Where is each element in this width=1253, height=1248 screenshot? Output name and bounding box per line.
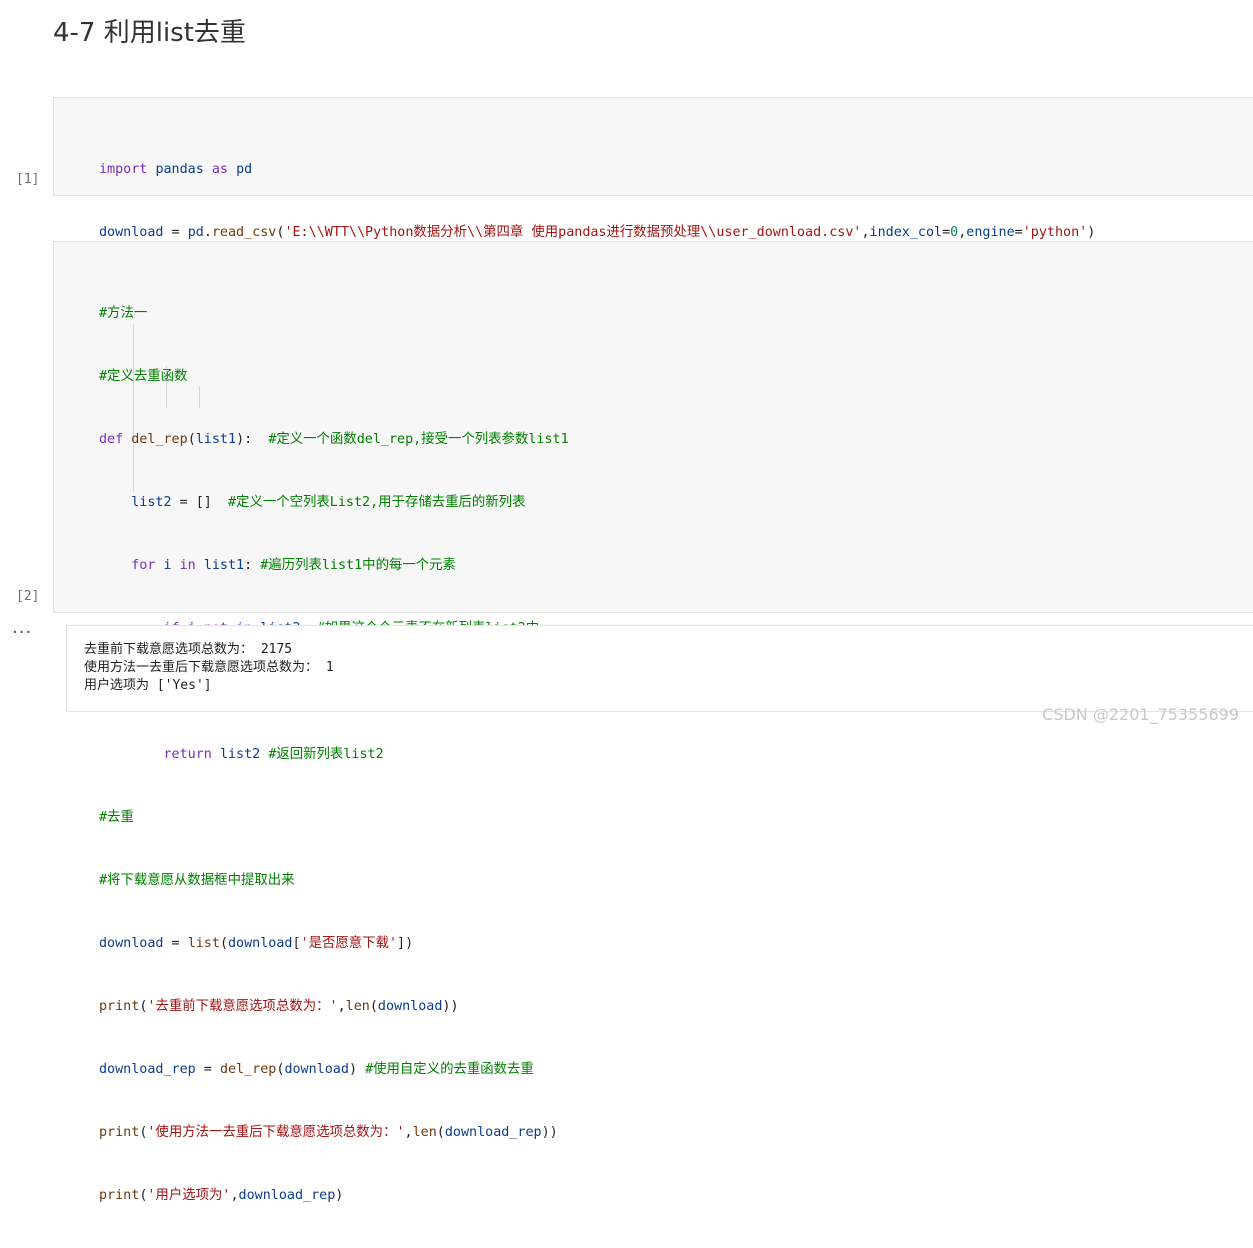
markdown-heading: 4-7 利用list去重: [53, 18, 246, 48]
code-line: print('去重前下载意愿选项总数为：',len(download)): [99, 999, 459, 1014]
watermark: CSDN @2201_75355699: [1042, 705, 1239, 724]
output-line: 用户选项为 ['Yes']: [84, 678, 212, 693]
more-horizontal-icon[interactable]: ···: [12, 624, 32, 642]
code-line: print('使用方法一去重后下载意愿选项总数为：',len(download_…: [99, 1125, 558, 1140]
code-line: download = list(download['是否愿意下载']): [99, 936, 414, 951]
code-line: #方法一: [99, 306, 148, 321]
code-cell-1[interactable]: import pandas as pd download = pd.read_c…: [53, 97, 1253, 240]
code-line: for i in list1: #遍历列表list1中的每一个元素: [131, 558, 456, 573]
code-line: list2 = [] #定义一个空列表List2,用于存储去重后的新列表: [131, 495, 526, 510]
execution-count-1: [1]: [16, 172, 40, 187]
code-line: download_rep = del_rep(download) #使用自定义的…: [99, 1062, 534, 1077]
code-editor[interactable]: #方法一 #定义去重函数 def del_rep(list1): #定义一个函数…: [99, 261, 569, 1248]
code-line: #去重: [99, 810, 134, 825]
cell-output: 去重前下载意愿选项总数为： 2175 使用方法一去重后下载意愿选项总数为： 1 …: [66, 625, 1253, 712]
code-line: def del_rep(list1): #定义一个函数del_rep,接受一个列…: [99, 432, 569, 447]
execution-count-2: [2]: [16, 589, 40, 604]
output-line: 使用方法一去重后下载意愿选项总数为： 1: [84, 660, 334, 675]
code-line: return list2 #返回新列表list2: [163, 747, 384, 762]
code-line: import pandas as pd: [99, 162, 253, 177]
code-cell-2[interactable]: #方法一 #定义去重函数 def del_rep(list1): #定义一个函数…: [53, 241, 1253, 1203]
code-line: #定义去重函数: [99, 369, 188, 384]
output-line: 去重前下载意愿选项总数为： 2175: [84, 642, 293, 657]
code-line: #将下载意愿从数据框中提取出来: [99, 873, 295, 888]
code-line: download = pd.read_csv('E:\\WTT\\Python数…: [99, 225, 1096, 240]
code-line: print('用户选项为',download_rep): [99, 1188, 344, 1203]
output-text: 去重前下载意愿选项总数为： 2175 使用方法一去重后下载意愿选项总数为： 1 …: [84, 641, 334, 695]
